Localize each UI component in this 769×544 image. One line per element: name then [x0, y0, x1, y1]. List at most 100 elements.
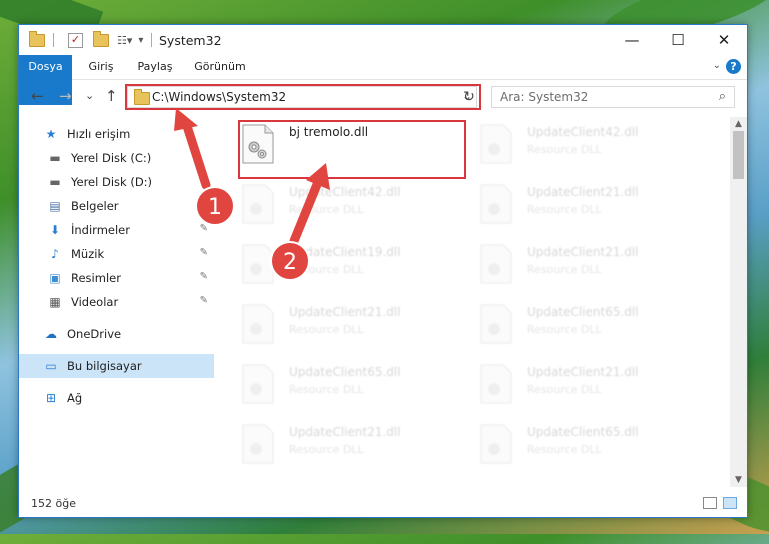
network-icon: ⊞ [45, 391, 57, 405]
sidebar-item-label: İndirmeler [71, 223, 130, 237]
file-item[interactable]: UpdateClient21.dll Resource DLL [479, 241, 699, 291]
file-name: UpdateClient21.dll [289, 425, 401, 439]
quick-access-toolbar: ✓ ☷▾ ▾ [29, 30, 153, 48]
large-icons-view-button[interactable] [723, 497, 737, 509]
dll-file-icon [480, 124, 512, 164]
close-button[interactable]: ✕ [701, 25, 747, 55]
sidebar-item-videos[interactable]: ▦ Videolar ✎ [19, 290, 214, 314]
sidebar-item-label: Ağ [67, 391, 83, 405]
sidebar-item-documents[interactable]: ▤ Belgeler [19, 194, 214, 218]
music-icon: ♪ [51, 247, 59, 261]
scroll-up-icon[interactable]: ▲ [730, 119, 747, 129]
maximize-button[interactable]: ☐ [655, 25, 701, 55]
file-type: Resource DLL [527, 323, 602, 336]
dll-file-icon [480, 184, 512, 224]
pin-icon[interactable]: ✎ [200, 271, 208, 282]
explorer-window: ✓ ☷▾ ▾ System32 — ☐ ✕ Dosya Giriş Paylaş… [18, 24, 748, 518]
document-icon: ▤ [49, 199, 61, 213]
cloud-icon: ☁ [45, 327, 57, 341]
sidebar-item-local-disk-d[interactable]: ▬ Yerel Disk (D:) [19, 170, 214, 194]
tab-home[interactable]: Giriş [81, 55, 121, 79]
sidebar-item-label: Yerel Disk (C:) [71, 151, 152, 165]
search-placeholder: Ara: System32 [500, 90, 589, 104]
file-type: Resource DLL [527, 203, 602, 216]
file-name: UpdateClient65.dll [527, 305, 639, 319]
sidebar-item-label: Videolar [71, 295, 119, 309]
video-icon: ▦ [49, 295, 61, 309]
sidebar-item-this-pc[interactable]: ▭ Bu bilgisayar [19, 354, 214, 378]
dll-file-icon [242, 304, 274, 344]
computer-icon: ▭ [45, 359, 57, 373]
dll-file-icon [242, 364, 274, 404]
sidebar-item-downloads[interactable]: ⬇ İndirmeler ✎ [19, 218, 214, 242]
file-item[interactable]: UpdateClient21.dll Resource DLL [241, 301, 461, 351]
file-type: Resource DLL [289, 383, 364, 396]
pictures-icon: ▣ [49, 271, 61, 285]
sidebar-item-label: Yerel Disk (D:) [71, 175, 153, 189]
drive-icon: ▬ [49, 175, 61, 189]
sidebar-item-local-disk-c[interactable]: ▬ Yerel Disk (C:) [19, 146, 214, 170]
status-bar: 152 öğe [19, 491, 747, 517]
window-title: System32 [159, 33, 222, 48]
minimize-button[interactable]: — [609, 25, 655, 55]
file-item[interactable]: UpdateClient42.dll Resource DLL [479, 121, 699, 171]
sidebar-item-label: Belgeler [71, 199, 119, 213]
search-icon: ⌕ [718, 89, 726, 104]
file-name: UpdateClient21.dll [527, 365, 639, 379]
file-item[interactable]: UpdateClient21.dll Resource DLL [241, 421, 461, 471]
scroll-thumb[interactable] [733, 131, 744, 179]
file-item[interactable]: UpdateClient65.dll Resource DLL [479, 301, 699, 351]
scroll-down-icon[interactable]: ▼ [730, 475, 747, 485]
up-button[interactable]: ↑ [105, 87, 118, 105]
properties-icon[interactable]: ✓ [68, 32, 83, 48]
file-type: Resource DLL [289, 203, 364, 216]
file-name: UpdateClient65.dll [289, 365, 401, 379]
navigation-pane: ★ Hızlı erişim ▬ Yerel Disk (C:) ▬ Yerel… [19, 117, 214, 487]
sidebar-item-music[interactable]: ♪ Müzik ✎ [19, 242, 214, 266]
file-item[interactable]: UpdateClient19.dll Resource DLL [241, 241, 461, 291]
dll-file-icon [480, 424, 512, 464]
sidebar-item-pictures[interactable]: ▣ Resimler ✎ [19, 266, 214, 290]
download-icon: ⬇ [49, 223, 61, 237]
search-input[interactable]: Ara: System32 ⌕ [491, 86, 735, 108]
dll-file-icon [242, 244, 274, 284]
sidebar-item-network[interactable]: ⊞ Ağ [19, 386, 214, 410]
sidebar-item-label: Hızlı erişim [67, 127, 131, 141]
file-item[interactable]: UpdateClient42.dll Resource DLL [241, 181, 461, 231]
tab-view[interactable]: Görünüm [189, 55, 251, 79]
help-icon[interactable]: ? [726, 59, 741, 74]
ribbon-collapse-icon[interactable]: ⌄ [713, 60, 721, 71]
file-type: Resource DLL [527, 443, 602, 456]
new-folder-icon[interactable] [93, 30, 109, 47]
chevron-down-icon[interactable]: ▾ [138, 35, 143, 46]
details-view-button[interactable] [703, 497, 717, 509]
back-button[interactable]: ← [31, 87, 44, 105]
file-name: UpdateClient65.dll [527, 425, 639, 439]
pin-icon[interactable]: ✎ [200, 295, 208, 306]
divider [151, 33, 153, 47]
customize-toolbar-icon[interactable]: ☷▾ [117, 34, 132, 47]
forward-button[interactable]: → [59, 87, 72, 105]
pin-icon[interactable]: ✎ [200, 247, 208, 258]
sidebar-item-quick-access[interactable]: ★ Hızlı erişim [19, 122, 214, 146]
file-name: UpdateClient21.dll [527, 245, 639, 259]
file-item[interactable]: UpdateClient65.dll Resource DLL [479, 421, 699, 471]
sidebar-item-label: Resimler [71, 271, 121, 285]
title-bar: ✓ ☷▾ ▾ System32 — ☐ ✕ [19, 25, 747, 55]
vertical-scrollbar[interactable]: ▲ ▼ [730, 117, 747, 487]
file-type: Resource DLL [289, 263, 364, 276]
file-type: Resource DLL [527, 383, 602, 396]
file-item[interactable]: UpdateClient65.dll Resource DLL [241, 361, 461, 411]
sidebar-item-onedrive[interactable]: ☁ OneDrive [19, 322, 214, 346]
file-name: UpdateClient21.dll [527, 185, 639, 199]
file-highlight [238, 120, 466, 179]
recent-locations-button[interactable]: ⌄ [85, 89, 94, 102]
item-count: 152 öğe [31, 497, 76, 510]
tab-share[interactable]: Paylaş [129, 55, 181, 79]
divider [53, 33, 54, 47]
file-type: Resource DLL [289, 323, 364, 336]
file-item[interactable]: UpdateClient21.dll Resource DLL [479, 181, 699, 231]
file-item[interactable]: UpdateClient21.dll Resource DLL [479, 361, 699, 411]
pin-icon[interactable]: ✎ [200, 223, 208, 234]
file-name: UpdateClient19.dll [289, 245, 401, 259]
